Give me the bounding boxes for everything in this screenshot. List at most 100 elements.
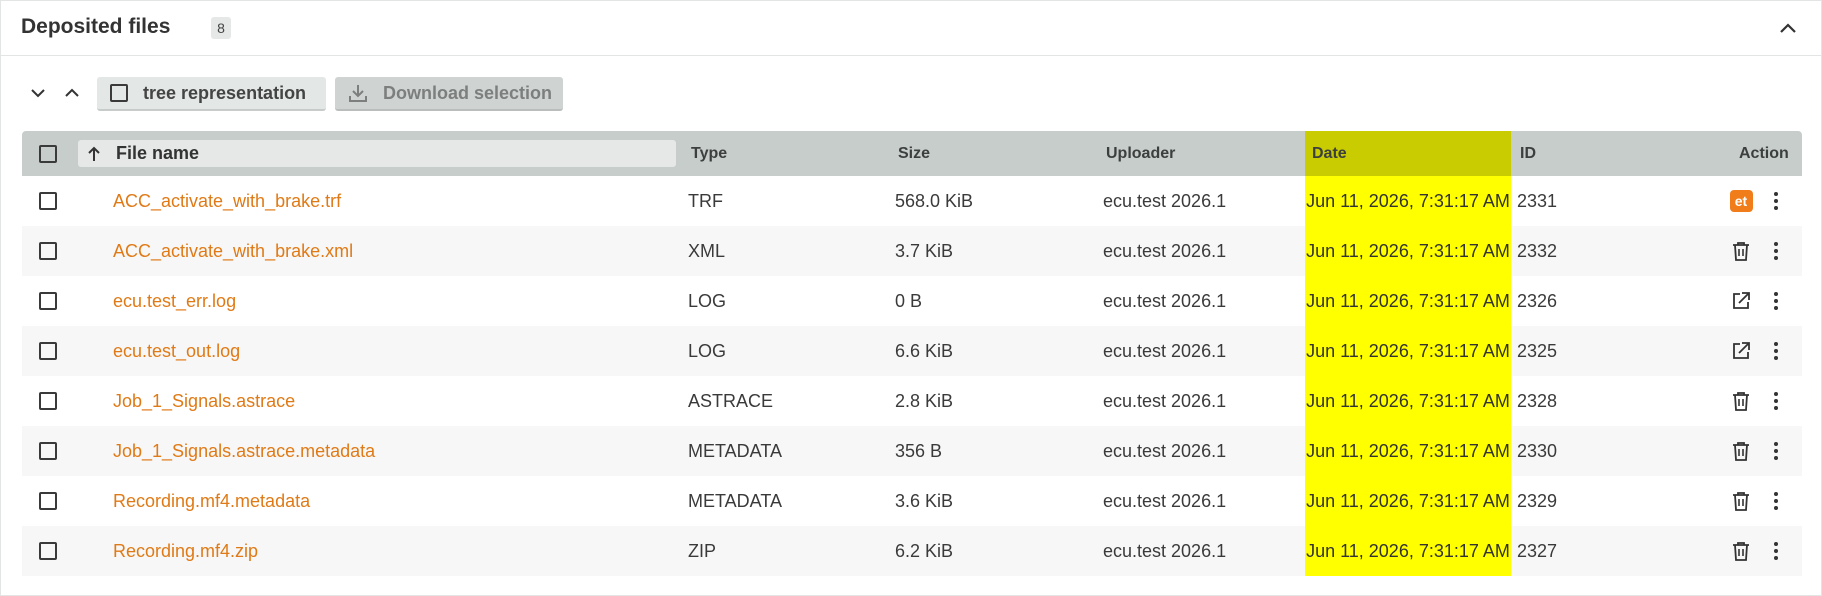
row-more-menu-button[interactable]	[1766, 426, 1786, 476]
column-header-uploader[interactable]: Uploader	[1106, 131, 1175, 176]
more-vertical-icon	[1774, 242, 1778, 260]
file-size: 356 B	[895, 440, 943, 461]
trash-icon	[1733, 492, 1749, 511]
table-body: ACC_activate_with_brake.trf TRF 568.0 Ki…	[22, 176, 1802, 576]
row-action-button[interactable]	[1727, 326, 1755, 376]
table-row: ACC_activate_with_brake.xml XML 3.7 KiB …	[22, 226, 1802, 276]
file-size: 568.0 KiB	[895, 190, 974, 211]
file-name-link[interactable]: Recording.mf4.zip	[113, 526, 258, 576]
more-vertical-icon	[1774, 442, 1778, 460]
row-select-cell	[39, 426, 57, 476]
row-checkbox[interactable]	[39, 392, 57, 410]
open-external-icon	[1733, 342, 1750, 359]
panel-header: Deposited files 8	[1, 1, 1821, 56]
collapse-panel-button[interactable]	[1773, 13, 1803, 43]
more-vertical-icon	[1774, 292, 1778, 310]
file-date: Jun 11, 2026, 7:31:17 AM	[1305, 276, 1511, 326]
file-uploader: ecu.test 2026.1	[1103, 190, 1227, 211]
column-header-action: Action	[1739, 144, 1789, 162]
file-uploader: ecu.test 2026.1	[1103, 440, 1227, 461]
chevron-down-icon	[31, 89, 45, 98]
file-id: 2326	[1517, 290, 1558, 311]
more-vertical-icon	[1774, 192, 1778, 210]
more-vertical-icon	[1774, 492, 1778, 510]
collapse-all-button[interactable]	[60, 81, 84, 105]
file-name-link[interactable]: Job_1_Signals.astrace.metadata	[113, 426, 375, 476]
row-action-button[interactable]	[1727, 276, 1755, 326]
tree-representation-toggle[interactable]: tree representation	[97, 77, 326, 111]
column-header-size[interactable]: Size	[898, 131, 930, 176]
row-action-button[interactable]: et	[1727, 176, 1755, 226]
row-more-menu-button[interactable]	[1766, 526, 1786, 576]
files-toolbar: tree representation Download selection	[1, 75, 801, 111]
file-type: ZIP	[688, 540, 717, 561]
file-uploader: ecu.test 2026.1	[1103, 390, 1227, 411]
table-header: File name Type Size Uploader Date ID Act…	[22, 131, 1802, 176]
download-selection-button[interactable]: Download selection	[335, 77, 563, 111]
row-more-menu-button[interactable]	[1766, 476, 1786, 526]
row-more-menu-button[interactable]	[1766, 176, 1786, 226]
file-type: ASTRACE	[688, 390, 774, 411]
row-action-button[interactable]	[1727, 526, 1755, 576]
file-size: 2.8 KiB	[895, 390, 954, 411]
row-more-menu-button[interactable]	[1766, 326, 1786, 376]
select-all-cell	[39, 131, 57, 176]
row-select-cell	[39, 326, 57, 376]
expand-all-button[interactable]	[26, 81, 50, 105]
row-action-button[interactable]	[1727, 226, 1755, 276]
file-name-link[interactable]: ACC_activate_with_brake.xml	[113, 226, 353, 276]
file-size: 3.6 KiB	[895, 490, 954, 511]
row-checkbox[interactable]	[39, 492, 57, 510]
row-checkbox[interactable]	[39, 442, 57, 460]
open-external-icon	[1733, 292, 1750, 309]
file-name-link[interactable]: ACC_activate_with_brake.trf	[113, 176, 341, 226]
file-type: XML	[688, 240, 726, 261]
row-select-cell	[39, 276, 57, 326]
row-more-menu-button[interactable]	[1766, 376, 1786, 426]
row-select-cell	[39, 526, 57, 576]
select-all-checkbox[interactable]	[39, 144, 57, 163]
file-date: Jun 11, 2026, 7:31:17 AM	[1305, 176, 1511, 226]
row-action-button[interactable]	[1727, 426, 1755, 476]
tree-representation-label: tree representation	[143, 82, 307, 103]
table-row: Recording.mf4.metadata METADATA 3.6 KiB …	[22, 476, 1802, 526]
file-uploader: ecu.test 2026.1	[1103, 490, 1227, 511]
row-checkbox[interactable]	[39, 342, 57, 360]
row-checkbox[interactable]	[39, 292, 57, 310]
file-uploader: ecu.test 2026.1	[1103, 240, 1227, 261]
chevron-up-icon	[65, 88, 79, 97]
file-uploader: ecu.test 2026.1	[1103, 290, 1227, 311]
column-header-type[interactable]: Type	[691, 131, 727, 176]
panel-title: Deposited files	[21, 15, 171, 38]
row-more-menu-button[interactable]	[1766, 276, 1786, 326]
file-id: 2327	[1517, 540, 1558, 561]
row-action-button[interactable]	[1727, 476, 1755, 526]
row-select-cell	[39, 176, 57, 226]
row-checkbox[interactable]	[39, 542, 57, 560]
row-select-cell	[39, 226, 57, 276]
row-checkbox[interactable]	[39, 242, 57, 260]
row-checkbox[interactable]	[39, 192, 57, 210]
column-header-id[interactable]: ID	[1520, 131, 1536, 176]
column-header-date[interactable]: Date	[1305, 131, 1511, 176]
table-row: ecu.test_out.log LOG 6.6 KiB ecu.test 20…	[22, 326, 1802, 376]
tree-representation-checkbox[interactable]	[110, 84, 128, 102]
trash-icon	[1733, 542, 1749, 561]
file-name-link[interactable]: ecu.test_out.log	[113, 326, 240, 376]
file-size: 3.7 KiB	[895, 240, 954, 261]
file-date: Jun 11, 2026, 7:31:17 AM	[1305, 526, 1511, 576]
row-action-button[interactable]	[1727, 376, 1755, 426]
more-vertical-icon	[1774, 342, 1778, 360]
file-name-link[interactable]: ecu.test_err.log	[113, 276, 236, 326]
file-name-link[interactable]: Recording.mf4.metadata	[113, 476, 310, 526]
file-id: 2332	[1517, 240, 1558, 261]
chevron-up-icon	[1780, 23, 1796, 33]
file-type: LOG	[688, 290, 727, 311]
file-size: 0 B	[895, 290, 923, 311]
row-more-menu-button[interactable]	[1766, 226, 1786, 276]
file-name-link[interactable]: Job_1_Signals.astrace	[113, 376, 295, 426]
download-icon	[349, 85, 367, 102]
more-vertical-icon	[1774, 392, 1778, 410]
sort-by-file-name-button[interactable]: File name	[78, 140, 676, 167]
file-uploader: ecu.test 2026.1	[1103, 540, 1227, 561]
